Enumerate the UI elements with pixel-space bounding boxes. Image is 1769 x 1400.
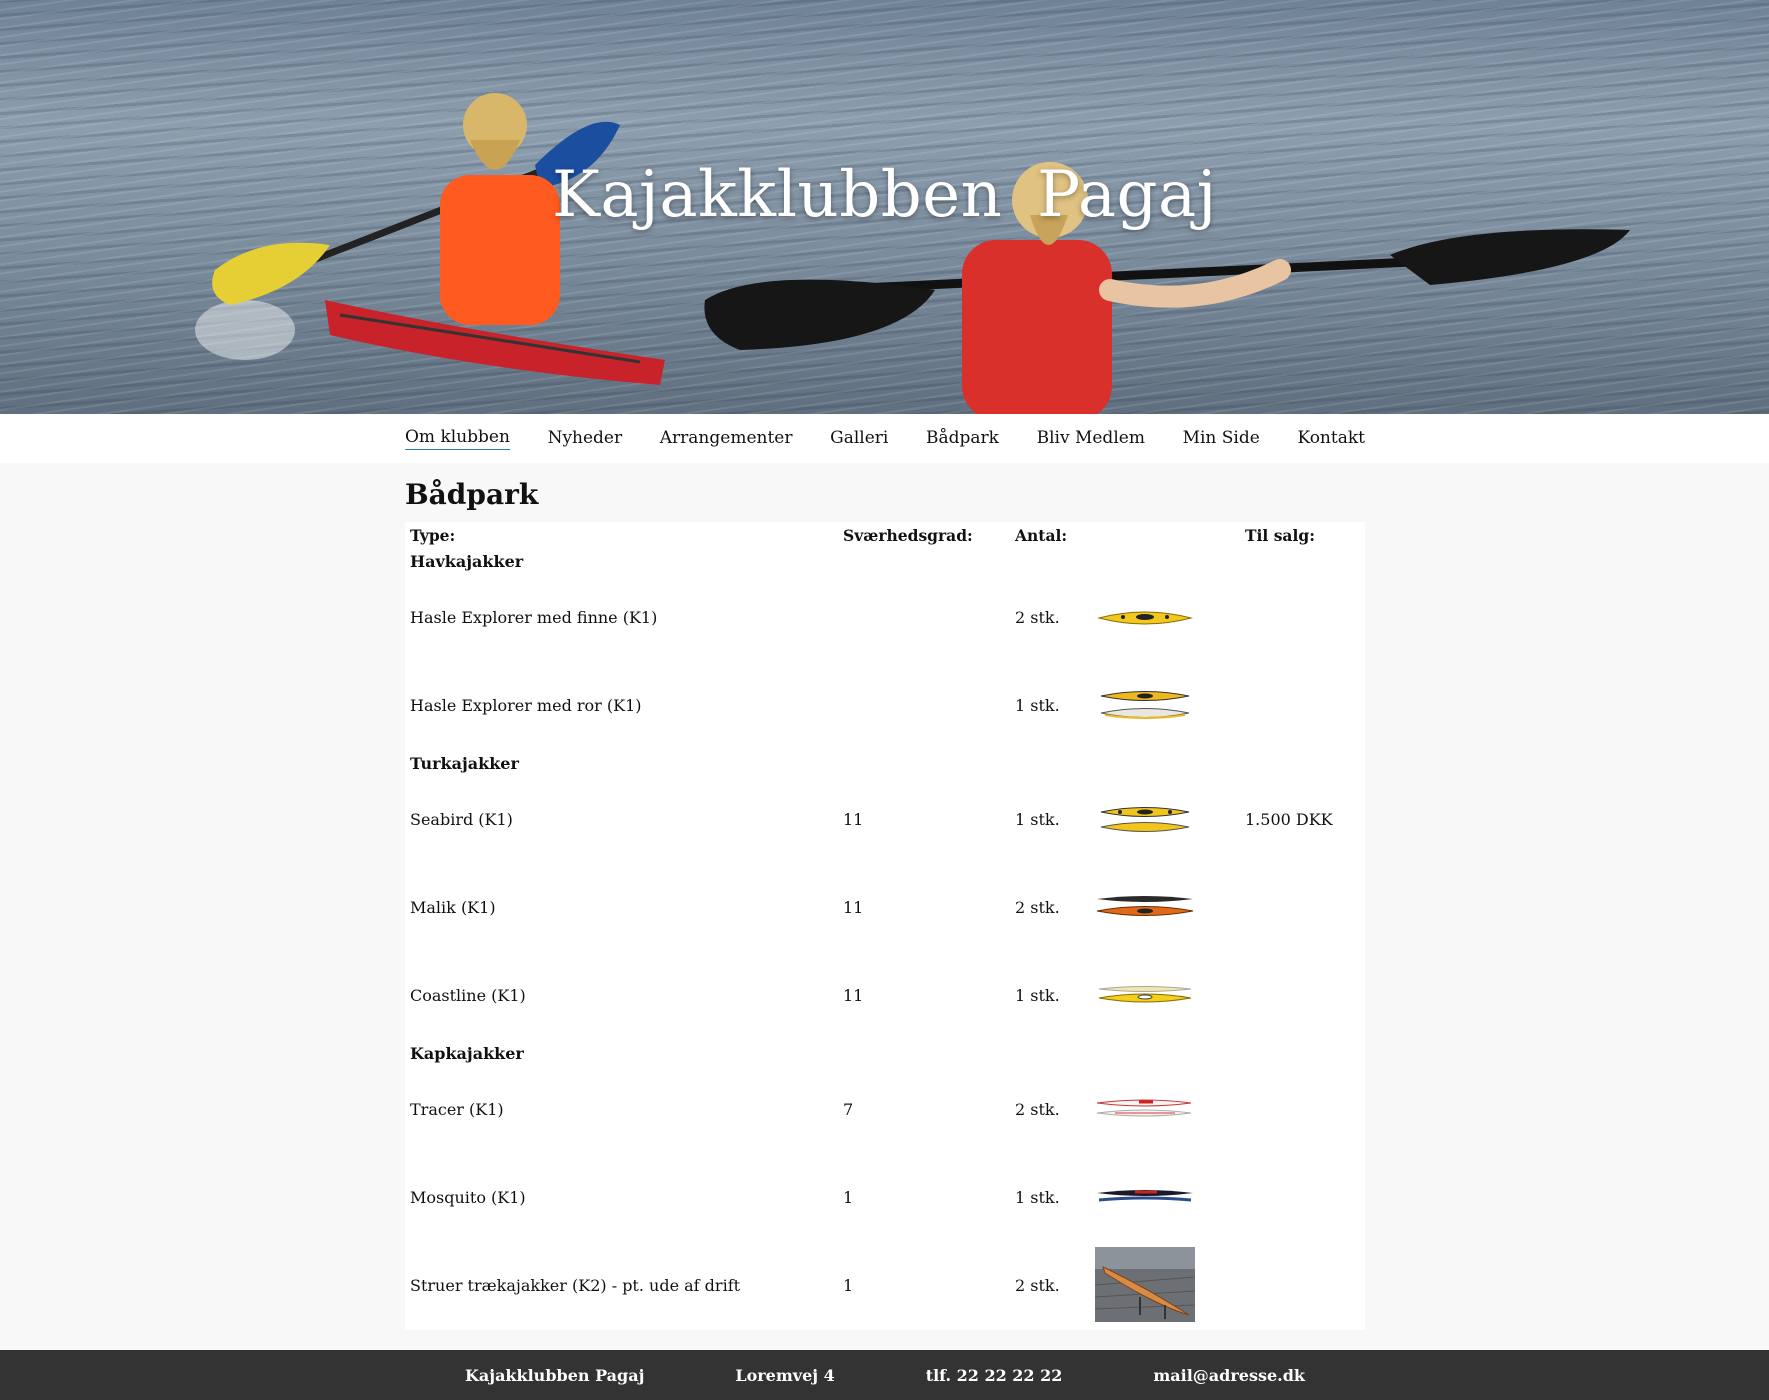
footer-address: Loremvej 4 <box>735 1365 835 1385</box>
yellow-kayak-image <box>1098 986 1192 1003</box>
footer-phone[interactable]: tlf. 22 22 22 22 <box>926 1366 1063 1385</box>
boat-difficulty: 11 <box>843 986 864 1005</box>
footer-email[interactable]: mail@adresse.dk <box>1153 1366 1305 1385</box>
boat-name: Malik (K1) <box>410 898 496 917</box>
boat-difficulty: 11 <box>843 810 864 829</box>
boat-name: Struer trækajakker (K2) - pt. ude af dri… <box>410 1276 741 1295</box>
yellow-white-kayaks-image <box>1100 691 1190 719</box>
boat-name: Mosquito (K1) <box>410 1188 526 1207</box>
boat-name: Seabird (K1) <box>410 810 513 829</box>
yellow-kayak-image <box>1097 611 1193 625</box>
boat-count: 1 stk. <box>1015 696 1060 715</box>
header-difficulty: Sværhedsgrad: <box>843 526 973 545</box>
boat-count: 1 stk. <box>1015 810 1060 829</box>
boat-count: 2 stk. <box>1015 608 1060 627</box>
white-red-kayak-image <box>1096 1099 1192 1117</box>
boat-count: 2 stk. <box>1015 1276 1060 1295</box>
boat-for-sale: 1.500 DKK <box>1245 810 1333 829</box>
header-for-sale: Til salg: <box>1245 526 1315 545</box>
nav-item-kontakt[interactable]: Kontakt <box>1297 428 1365 450</box>
black-paddle-blade-right <box>1390 229 1630 285</box>
boat-difficulty: 11 <box>843 898 864 917</box>
right-life-vest <box>962 240 1112 414</box>
nav-item-min-side[interactable]: Min Side <box>1183 428 1260 450</box>
nav-item-bliv-medlem[interactable]: Bliv Medlem <box>1037 428 1145 450</box>
nav-item-nyheder[interactable]: Nyheder <box>548 428 623 450</box>
nav-item-om-klubben[interactable]: Om klubben <box>405 427 510 450</box>
nav-item-badpark[interactable]: Bådpark <box>926 428 999 450</box>
hero-banner: Kajakklubben Pagaj <box>0 0 1769 414</box>
boat-name: Coastline (K1) <box>410 986 526 1005</box>
boat-count: 2 stk. <box>1015 1100 1060 1119</box>
boat-count: 2 stk. <box>1015 898 1060 917</box>
boat-name: Hasle Explorer med ror (K1) <box>410 696 642 715</box>
category-label: Turkajakker <box>410 754 519 773</box>
boat-count: 1 stk. <box>1015 1188 1060 1207</box>
boat-difficulty: 1 <box>843 1188 854 1207</box>
footer-club-name: Kajakklubben Pagaj <box>465 1365 645 1385</box>
main-navigation: Om klubben Nyheder Arrangementer Galleri… <box>0 414 1769 463</box>
black-paddle-blade-left <box>704 279 935 350</box>
boat-name: Hasle Explorer med finne (K1) <box>410 608 658 627</box>
category-label: Kapkajakker <box>410 1044 524 1063</box>
nav-item-arrangementer[interactable]: Arrangementer <box>660 428 793 450</box>
boat-table: Type: Sværhedsgrad: Antal: Til salg: Hav… <box>405 522 1365 1330</box>
site-title: Kajakklubben Pagaj <box>552 158 1217 232</box>
boat-count: 1 stk. <box>1015 986 1060 1005</box>
nav-item-galleri[interactable]: Galleri <box>830 428 888 450</box>
boat-difficulty: 7 <box>843 1100 854 1119</box>
yellow-paddle-blade <box>212 242 330 305</box>
category-label: Havkajakker <box>410 552 524 571</box>
header-type: Type: <box>410 526 456 545</box>
header-count: Antal: <box>1015 526 1068 545</box>
footer: Kajakklubben Pagaj Loremvej 4 tlf. 22 22… <box>0 1350 1769 1400</box>
black-kayak-image <box>1097 1190 1193 1202</box>
yellow-kayaks-image <box>1100 807 1190 832</box>
orange-kayak-image <box>1096 896 1194 916</box>
boat-difficulty: 1 <box>843 1276 854 1295</box>
wooden-kayak-photo <box>1095 1247 1195 1322</box>
page-title: Bådpark <box>405 478 539 511</box>
boat-name: Tracer (K1) <box>410 1100 504 1119</box>
